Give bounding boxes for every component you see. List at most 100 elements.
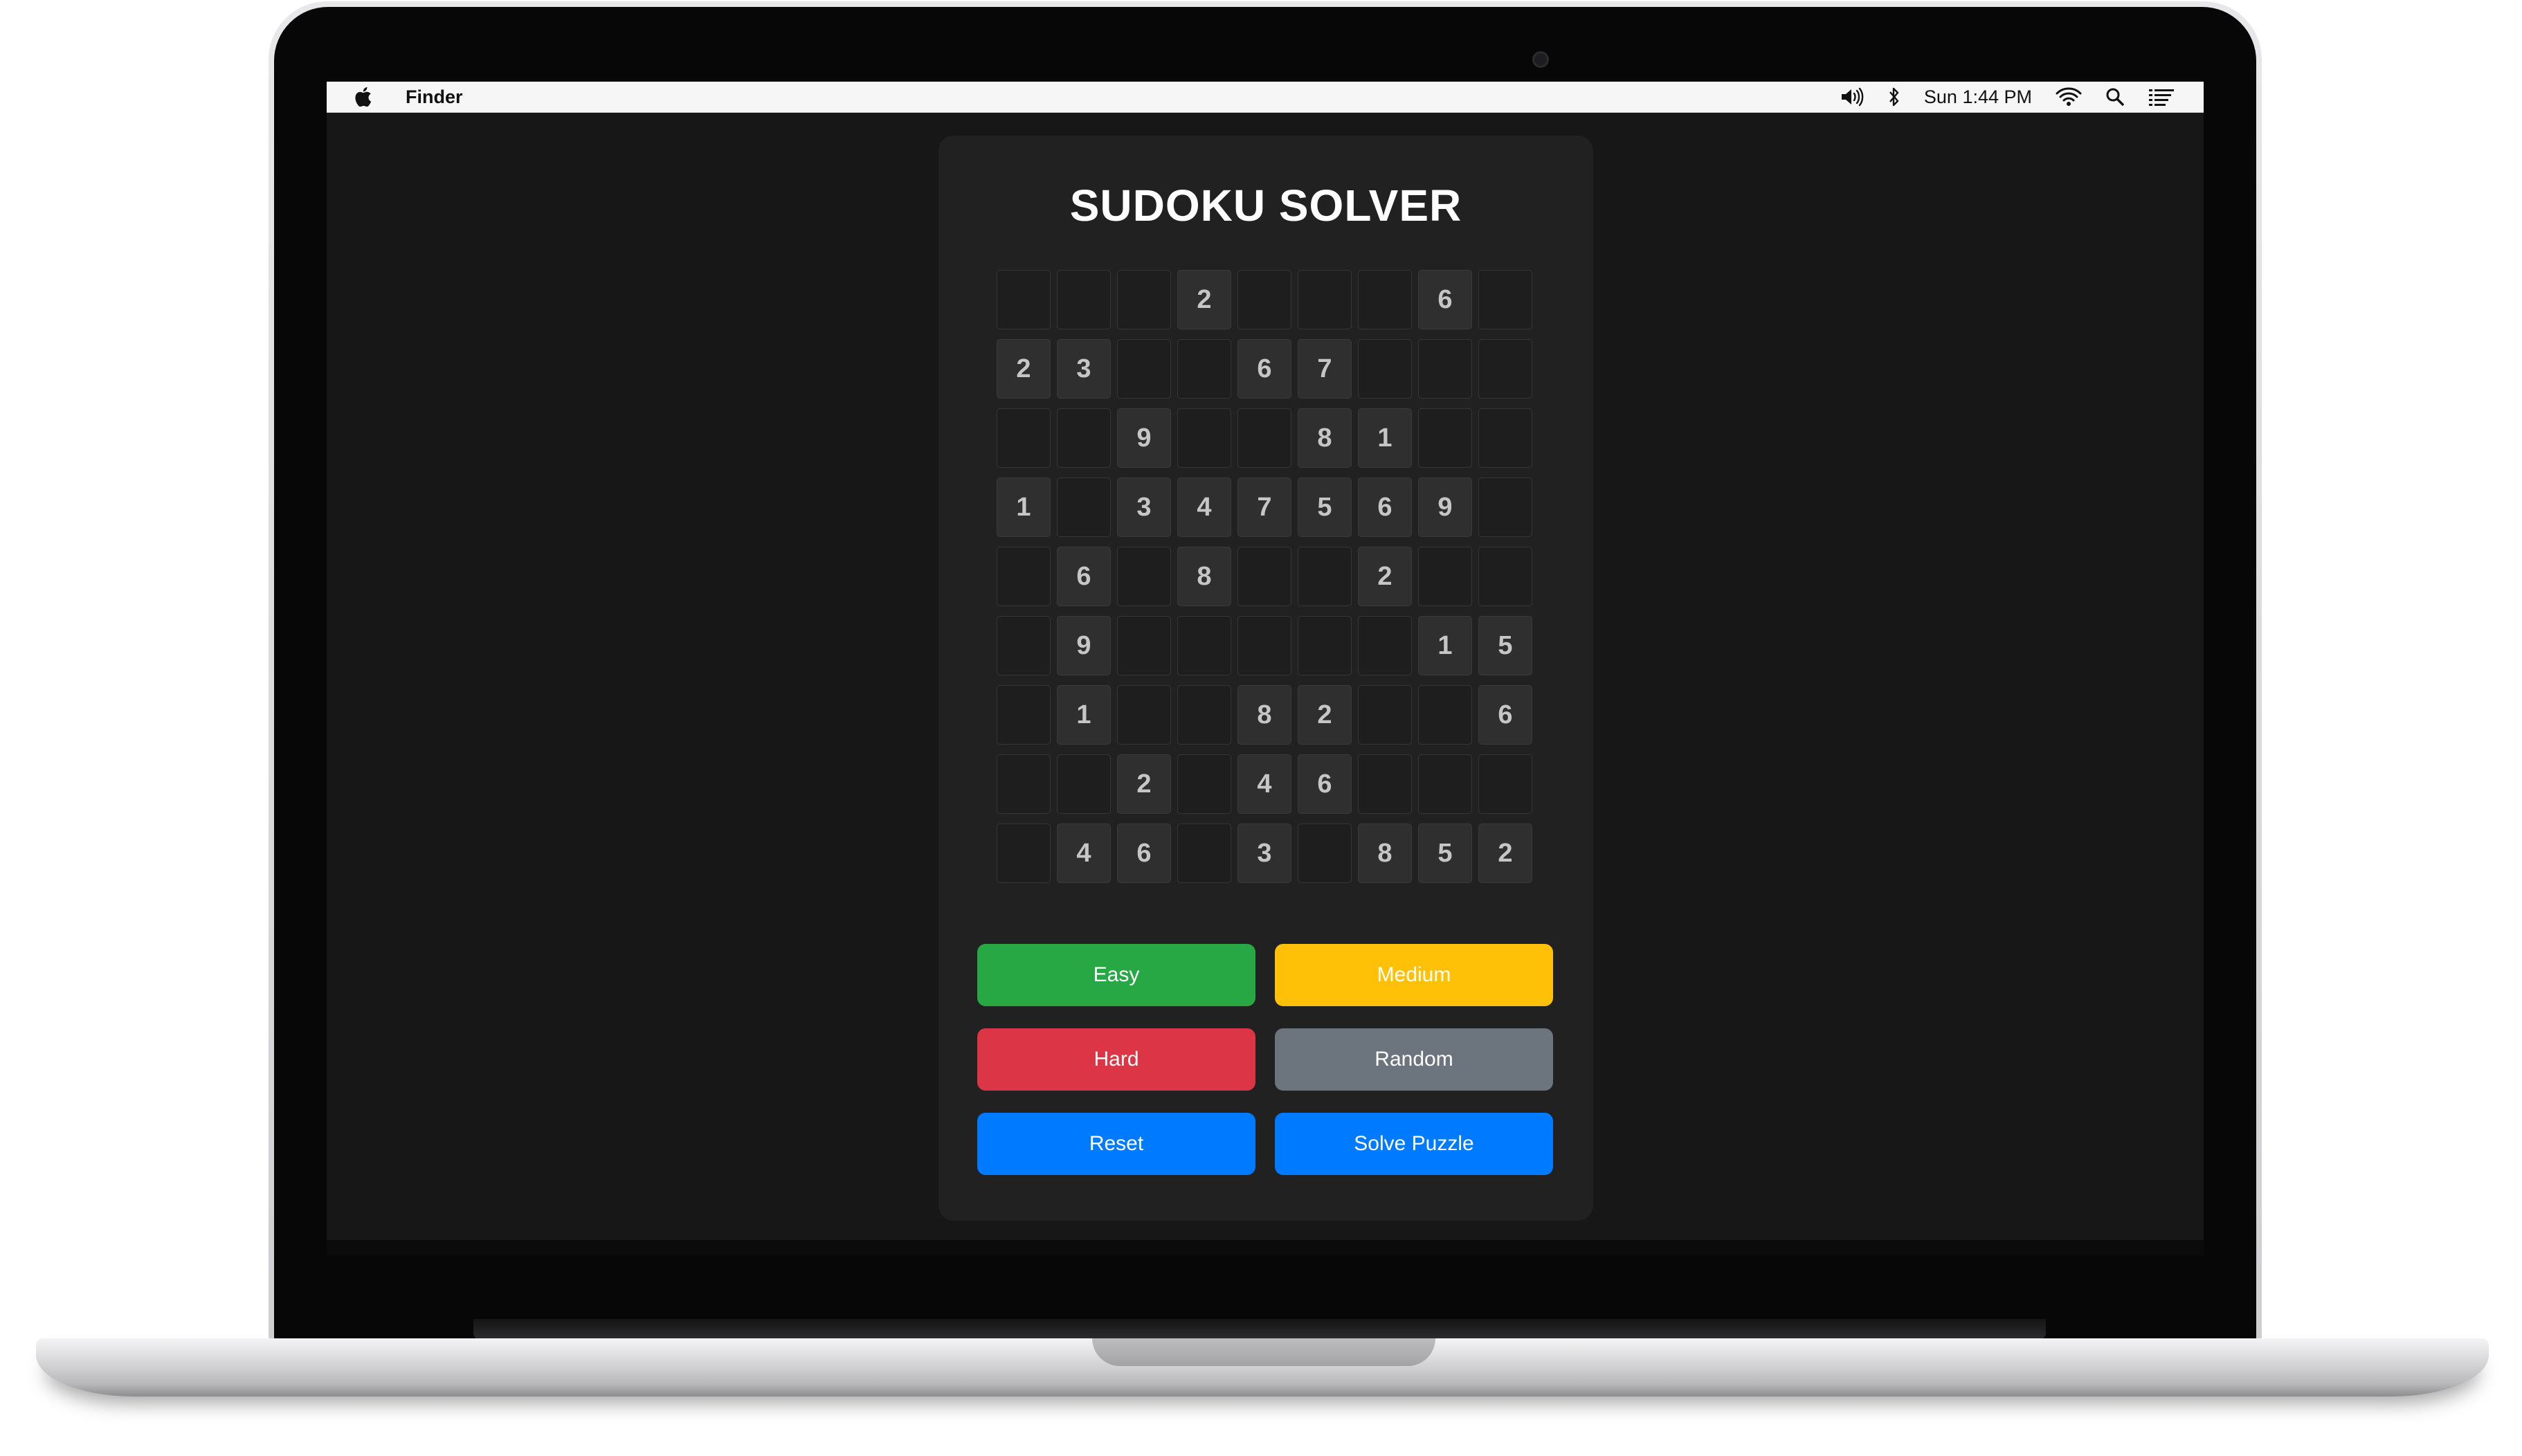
sudoku-cell[interactable]: 7 [1237, 477, 1291, 537]
sudoku-cell[interactable]: 1 [1358, 408, 1412, 468]
sudoku-cell[interactable] [1117, 616, 1171, 675]
sudoku-cell[interactable] [1478, 408, 1532, 468]
solve-puzzle-button[interactable]: Solve Puzzle [1275, 1113, 1553, 1175]
sudoku-cell[interactable] [1117, 339, 1171, 399]
sudoku-cell[interactable] [1298, 270, 1352, 329]
sudoku-cell[interactable] [1478, 339, 1532, 399]
sudoku-cell[interactable] [1117, 547, 1171, 606]
camera-icon [1532, 51, 1549, 68]
sudoku-cell[interactable] [1418, 339, 1472, 399]
sudoku-cell[interactable] [1478, 547, 1532, 606]
sudoku-cell[interactable] [1358, 754, 1412, 814]
sudoku-cell[interactable] [997, 754, 1051, 814]
hard-button[interactable]: Hard [977, 1028, 1255, 1091]
sudoku-cell[interactable] [1478, 754, 1532, 814]
laptop-hinge [473, 1319, 2046, 1340]
sudoku-cell[interactable] [997, 547, 1051, 606]
sudoku-cell[interactable] [1418, 547, 1472, 606]
sudoku-cell[interactable]: 5 [1478, 616, 1532, 675]
sudoku-cell[interactable]: 2 [1358, 547, 1412, 606]
sudoku-cell[interactable] [1358, 685, 1412, 745]
sudoku-cell[interactable]: 8 [1298, 408, 1352, 468]
sudoku-cell[interactable] [1117, 270, 1171, 329]
sudoku-cell[interactable] [1298, 823, 1352, 883]
easy-button[interactable]: Easy [977, 944, 1255, 1006]
sudoku-cell[interactable] [1418, 408, 1472, 468]
volume-icon[interactable] [1840, 87, 1865, 107]
sudoku-cell[interactable]: 2 [1478, 823, 1532, 883]
sudoku-cell[interactable] [1177, 408, 1231, 468]
sudoku-cell[interactable] [1057, 408, 1111, 468]
search-icon[interactable] [2105, 87, 2125, 107]
sudoku-cell[interactable]: 9 [1418, 477, 1472, 537]
screen: Finder Sun 1:44 PM SUDOKU SOLVER 2623679… [327, 82, 2204, 1253]
sudoku-cell[interactable] [1177, 339, 1231, 399]
sudoku-cell[interactable] [1478, 270, 1532, 329]
sudoku-cell[interactable]: 4 [1237, 754, 1291, 814]
clock[interactable]: Sun 1:44 PM [1924, 87, 2032, 108]
sudoku-cell[interactable] [1478, 477, 1532, 537]
sudoku-cell[interactable]: 5 [1418, 823, 1472, 883]
sudoku-cell[interactable]: 6 [1298, 754, 1352, 814]
sudoku-cell[interactable]: 2 [997, 339, 1051, 399]
sudoku-cell[interactable]: 4 [1177, 477, 1231, 537]
sudoku-cell[interactable] [1057, 270, 1111, 329]
sudoku-cell[interactable]: 3 [1057, 339, 1111, 399]
sudoku-cell[interactable] [1358, 270, 1412, 329]
sudoku-cell[interactable] [1358, 616, 1412, 675]
sudoku-cell[interactable] [1177, 616, 1231, 675]
sudoku-cell[interactable]: 2 [1117, 754, 1171, 814]
sudoku-cell[interactable] [997, 685, 1051, 745]
sudoku-cell[interactable] [1358, 339, 1412, 399]
sudoku-cell[interactable] [1177, 754, 1231, 814]
sudoku-cell[interactable] [1057, 477, 1111, 537]
sudoku-cell[interactable]: 9 [1117, 408, 1171, 468]
sudoku-cell[interactable]: 8 [1237, 685, 1291, 745]
sudoku-cell[interactable] [997, 823, 1051, 883]
wifi-icon[interactable] [2056, 87, 2082, 107]
sudoku-cell[interactable] [1418, 754, 1472, 814]
sudoku-cell[interactable] [1237, 270, 1291, 329]
sudoku-cell[interactable] [1237, 547, 1291, 606]
sudoku-cell[interactable]: 1 [1057, 685, 1111, 745]
sudoku-cell[interactable]: 6 [1478, 685, 1532, 745]
sudoku-cell[interactable] [1237, 616, 1291, 675]
bluetooth-icon[interactable] [1888, 87, 1900, 107]
sudoku-cell[interactable]: 2 [1298, 685, 1352, 745]
sudoku-cell[interactable]: 3 [1117, 477, 1171, 537]
sudoku-cell[interactable]: 4 [1057, 823, 1111, 883]
sudoku-cell[interactable] [1298, 616, 1352, 675]
sudoku-cell[interactable]: 6 [1418, 270, 1472, 329]
menu-bar: Finder Sun 1:44 PM [327, 82, 2204, 113]
random-button[interactable]: Random [1275, 1028, 1553, 1091]
app-menu-finder[interactable]: Finder [406, 87, 463, 108]
sudoku-cell[interactable]: 8 [1358, 823, 1412, 883]
sudoku-cell[interactable]: 8 [1177, 547, 1231, 606]
apple-icon[interactable] [354, 85, 375, 109]
sudoku-cell[interactable] [997, 270, 1051, 329]
sudoku-cell[interactable]: 2 [1177, 270, 1231, 329]
sudoku-cell[interactable]: 9 [1057, 616, 1111, 675]
sudoku-cell[interactable] [1057, 754, 1111, 814]
medium-button[interactable]: Medium [1275, 944, 1553, 1006]
sudoku-cell[interactable] [1298, 547, 1352, 606]
sudoku-cell[interactable] [1418, 685, 1472, 745]
sudoku-cell[interactable]: 7 [1298, 339, 1352, 399]
list-icon[interactable] [2148, 87, 2175, 107]
sudoku-cell[interactable]: 6 [1117, 823, 1171, 883]
sudoku-cell[interactable] [1177, 823, 1231, 883]
sudoku-cell[interactable]: 1 [1418, 616, 1472, 675]
sudoku-cell[interactable]: 6 [1057, 547, 1111, 606]
sudoku-cell[interactable] [1237, 408, 1291, 468]
sudoku-cell[interactable] [997, 408, 1051, 468]
reset-button[interactable]: Reset [977, 1113, 1255, 1175]
sudoku-cell[interactable]: 5 [1298, 477, 1352, 537]
sudoku-cell[interactable]: 3 [1237, 823, 1291, 883]
status-area: Sun 1:44 PM [1840, 87, 2175, 108]
sudoku-cell[interactable] [1117, 685, 1171, 745]
sudoku-cell[interactable]: 6 [1358, 477, 1412, 537]
sudoku-cell[interactable]: 1 [997, 477, 1051, 537]
sudoku-cell[interactable] [997, 616, 1051, 675]
sudoku-cell[interactable] [1177, 685, 1231, 745]
sudoku-cell[interactable]: 6 [1237, 339, 1291, 399]
